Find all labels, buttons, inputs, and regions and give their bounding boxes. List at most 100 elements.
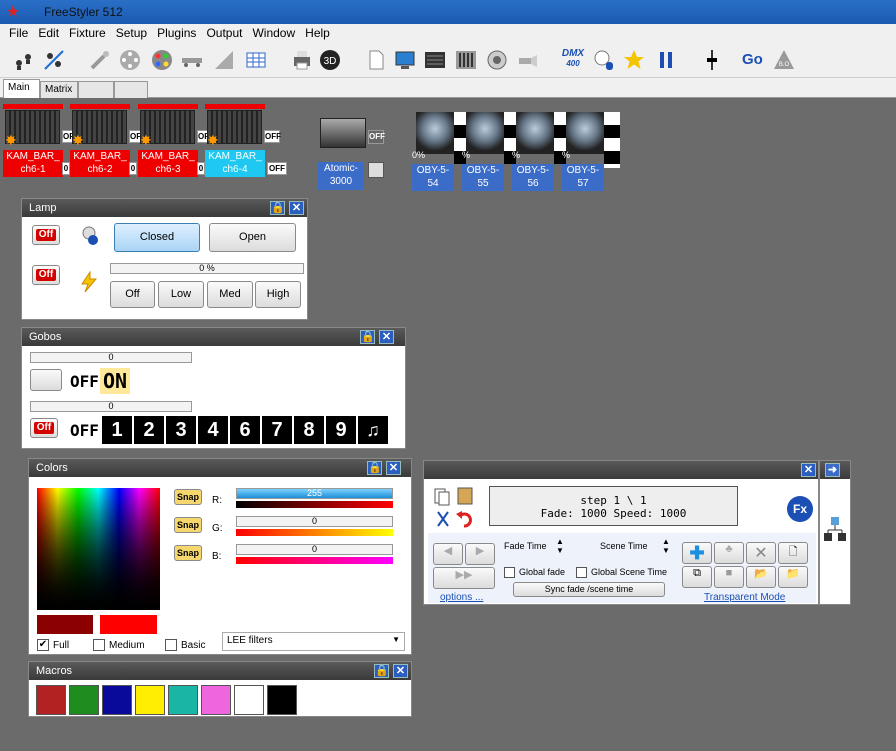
network-icon[interactable] [822,515,848,545]
menu-edit[interactable]: Edit [33,24,64,42]
power-med-button[interactable]: Med [207,281,253,308]
scene-time-spinner[interactable]: ▲ ▼ [662,537,670,555]
gobo-2[interactable]: 2 [134,416,164,444]
smoke-machine-icon[interactable] [516,48,540,72]
export-icon[interactable]: ➜ [825,463,840,477]
copy-cue-icon[interactable]: ⧉ [682,566,712,588]
macro-swatch-8[interactable] [267,685,297,715]
options-link[interactable]: options ... [440,592,483,603]
lock-icon[interactable]: 🔒 [270,201,285,215]
3d-view-icon[interactable]: 3D [318,48,342,72]
close-icon[interactable]: ✕ [379,330,394,344]
gobo-off-label[interactable]: OFF [70,372,99,391]
macro-swatch-2[interactable] [69,685,99,715]
gobo-slider-1[interactable]: 0 [30,352,192,363]
add-cue-icon[interactable]: ✚ [682,542,712,564]
gobo-6[interactable]: 6 [230,416,260,444]
gobo-3[interactable]: 3 [166,416,196,444]
menu-output[interactable]: Output [201,24,247,42]
mouse-pan-tilt-icon[interactable] [592,48,616,72]
gobo-1[interactable]: 1 [102,416,132,444]
go-button[interactable]: Go [742,48,768,72]
menu-window[interactable]: Window [247,24,300,42]
fast-forward-button[interactable]: ▶▶ [433,567,495,589]
medium-checkbox[interactable] [93,639,105,651]
snap-green-button[interactable]: Snap [174,517,202,533]
lamp-off-button[interactable]: Off [32,225,60,245]
lock-icon[interactable]: 🔒 [360,330,375,344]
next-button[interactable]: ▶ [465,543,495,565]
stop-cue-icon[interactable]: ■ [714,566,744,588]
color-picker-area[interactable] [37,488,160,610]
macro-swatch-5[interactable] [168,685,198,715]
delete-cue-icon[interactable]: ✕ [746,542,776,564]
power-high-button[interactable]: High [255,281,301,308]
open-button[interactable]: Open [209,223,296,252]
close-icon[interactable]: ✕ [386,461,401,475]
ramp-icon[interactable] [212,48,236,72]
gobo-slider-2[interactable]: 0 [30,401,192,412]
grid-view-icon[interactable] [244,48,268,72]
menu-help[interactable]: Help [300,24,335,42]
macro-swatch-4[interactable] [135,685,165,715]
pause-icon[interactable] [654,48,678,72]
blackout-warning-icon[interactable]: B.O [772,48,796,72]
menu-fixture[interactable]: Fixture [64,24,111,42]
global-fade-checkbox[interactable] [504,567,515,578]
close-icon[interactable]: ✕ [289,201,304,215]
basic-checkbox[interactable] [165,639,177,651]
blue-value-slider[interactable]: 0 [236,544,393,555]
macro-swatch-6[interactable] [201,685,231,715]
keyboard-icon[interactable] [423,48,447,72]
fixture-checkbox[interactable] [368,162,384,178]
gobo-8[interactable]: 8 [294,416,324,444]
copy-paste-icon[interactable] [434,486,474,506]
sync-button[interactable]: Sync fade /scene time [513,582,665,597]
music-note-icon[interactable]: ♫ [358,416,388,444]
cue-monitor-icon[interactable] [393,48,417,72]
gobo-on-label[interactable]: ON [100,368,130,394]
close-icon[interactable]: ✕ [393,664,408,678]
closed-button[interactable]: Closed [114,223,200,252]
fx-button[interactable]: Fx [787,496,813,522]
favorite-star-icon[interactable] [622,48,646,72]
new-cue-icon[interactable]: 🗋 [778,542,808,564]
color-wheel-icon[interactable] [150,48,174,72]
gobo-off-button[interactable]: Off [30,418,58,438]
faders-icon[interactable] [454,48,478,72]
power-off-button[interactable]: Off [32,265,60,285]
snap-red-button[interactable]: Snap [174,489,202,505]
gobo-wheel-icon[interactable] [118,48,142,72]
gobo-off-label-2[interactable]: OFF [70,421,99,440]
ungroup-fixtures-icon[interactable] [42,48,66,72]
printer-icon[interactable] [290,48,314,72]
fixture-tool-icon[interactable] [88,48,112,72]
filter-select[interactable]: LEE filters ▼ [222,632,405,651]
dmx-400-button[interactable]: DMX 400 [558,48,588,72]
group-fixtures-icon[interactable] [12,48,36,72]
global-scene-checkbox[interactable] [576,567,587,578]
grand-master-fader-icon[interactable] [700,48,724,72]
selected-color-swatch[interactable] [100,615,157,634]
truss-icon[interactable] [180,48,204,72]
snap-blue-button[interactable]: Snap [174,545,202,561]
full-checkbox[interactable]: ✔ [37,639,49,651]
menu-plugins[interactable]: Plugins [152,24,201,42]
red-value-slider[interactable]: 255 [236,488,393,499]
macro-swatch-1[interactable] [36,685,66,715]
load-cue-icon[interactable]: 📂 [746,566,776,588]
tab-main[interactable]: Main [3,79,40,98]
tab-matrix[interactable]: Matrix [40,81,78,98]
tab-empty-1[interactable] [78,81,114,98]
green-value-slider[interactable]: 0 [236,516,393,527]
lock-icon[interactable]: 🔒 [374,664,389,678]
lock-icon[interactable]: 🔒 [367,461,382,475]
menu-file[interactable]: File [4,24,33,42]
gobo-4[interactable]: 4 [198,416,228,444]
dark-color-swatch[interactable] [37,615,93,634]
transparent-mode-link[interactable]: Transparent Mode [704,592,785,603]
save-cue-icon[interactable]: 📁 [778,566,808,588]
power-low-button[interactable]: Low [158,281,204,308]
cut-undo-icon[interactable] [434,509,474,529]
tab-empty-2[interactable] [114,81,148,98]
